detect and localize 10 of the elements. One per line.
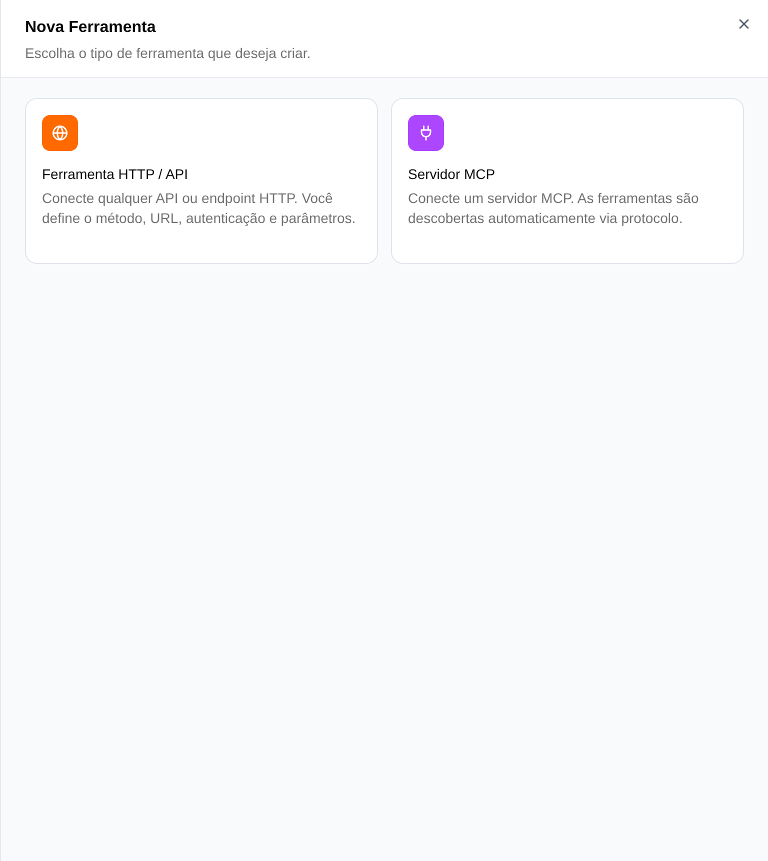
card-title: Servidor MCP bbox=[408, 165, 496, 184]
panel-subtitle: Escolha o tipo de ferramenta que deseja criar. bbox=[25, 44, 311, 63]
panel-title: Nova Ferramenta bbox=[25, 18, 157, 38]
card-description: Conecte um servidor MCP. As ferramentas são descobertas automaticamente via protocolo. bbox=[408, 189, 700, 228]
card-title: Ferramenta HTTP / API bbox=[42, 165, 188, 184]
tool-type-card[interactable]: Servidor MCP Conecte um servidor MCP. As ferramentas são descobertas automaticamente via protocolo. bbox=[391, 98, 744, 264]
tool-type-card[interactable]: Ferramenta HTTP / API Conecte qualquer API ou endpoint HTTP. Você define o método, URL, autenticação e parâmetros. bbox=[25, 98, 378, 264]
close-button[interactable] bbox=[737, 17, 751, 31]
card-description: Conecte qualquer API ou endpoint HTTP. Você define o método, URL, autenticação e parâmetros. bbox=[42, 189, 357, 228]
close-icon bbox=[739, 19, 749, 29]
